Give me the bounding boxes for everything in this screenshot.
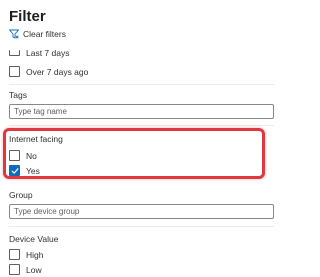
checkbox-label: Over 7 days ago: [26, 66, 89, 77]
checkbox-last-7-days[interactable]: Last 7 days: [9, 48, 69, 58]
checkbox-box[interactable]: [9, 150, 20, 161]
checkbox-box[interactable]: [9, 165, 20, 176]
section-divider: [9, 125, 274, 126]
checkbox-label: High: [26, 249, 44, 260]
clear-filters-label: Clear filters: [23, 29, 66, 39]
group-input[interactable]: [9, 204, 274, 219]
checkbox-box[interactable]: [9, 264, 20, 275]
device-value-label: Device Value: [9, 234, 59, 244]
checkbox-box[interactable]: [9, 50, 20, 56]
checkbox-box[interactable]: [9, 66, 20, 77]
checkbox-label: Last 7 days: [26, 48, 70, 58]
section-divider: [9, 226, 274, 227]
clear-filters-button[interactable]: Clear filters: [9, 29, 66, 39]
tags-label: Tags: [9, 90, 27, 100]
section-divider: [9, 84, 274, 85]
checkbox-internet-facing-yes[interactable]: Yes: [9, 165, 40, 176]
checkbox-box[interactable]: [9, 249, 20, 260]
checkbox-device-value-low[interactable]: Low: [9, 264, 42, 275]
panel-title: Filter: [9, 8, 46, 25]
checkbox-internet-facing-no[interactable]: No: [9, 150, 37, 161]
checkbox-device-value-high[interactable]: High: [9, 249, 43, 260]
checkbox-label: Low: [26, 264, 42, 275]
filter-panel: Filter Clear filters Last 7 days Over 7 …: [0, 0, 281, 277]
filter-clear-icon: [9, 29, 19, 39]
checkbox-over-7-days[interactable]: Over 7 days ago: [9, 66, 88, 77]
checkbox-label: No: [26, 150, 37, 161]
checkmark-icon: [11, 167, 18, 174]
internet-facing-label: Internet facing: [9, 134, 63, 144]
checkbox-label: Yes: [26, 165, 40, 176]
group-label: Group: [9, 190, 33, 200]
tags-input[interactable]: [9, 104, 274, 119]
